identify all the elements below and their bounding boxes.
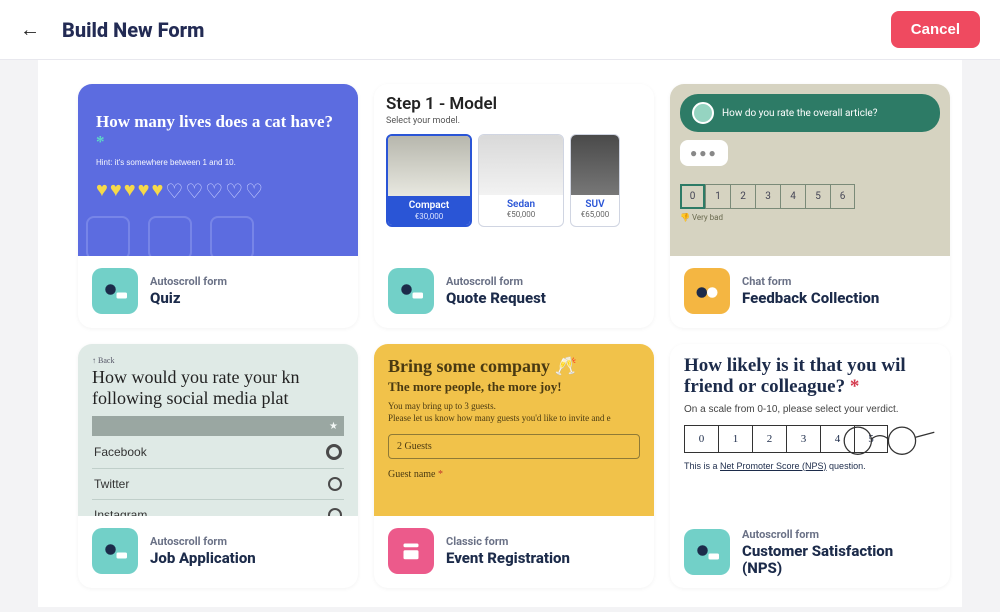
model-option-sedan: Sedan €50,000 xyxy=(478,134,564,227)
required-asterisk: * xyxy=(438,469,443,480)
scale-cell: 0 xyxy=(680,184,705,209)
template-card-customer-satisfaction-nps[interactable]: How likely is it that you wilfriend or c… xyxy=(670,344,950,588)
platform-row: Facebook xyxy=(92,436,344,469)
back-arrow-icon[interactable]: ← xyxy=(20,17,40,42)
step-title: Step 1 - Model xyxy=(386,94,642,114)
radio-icon xyxy=(326,444,342,460)
template-name: Customer Satisfaction (NPS) xyxy=(742,543,936,576)
preview-event: Bring some company 🥂 The more people, th… xyxy=(374,344,654,516)
template-grid: How many lives does a cat have? * Hint: … xyxy=(38,60,962,612)
template-name: Quote Request xyxy=(446,290,546,307)
heart-icon: ♥ xyxy=(110,179,122,204)
preview-back-link: ↑ Back xyxy=(92,356,344,365)
event-sub2: You may bring up to 3 guests.Please let … xyxy=(388,401,640,424)
preview-nps: How likely is it that you wilfriend or c… xyxy=(670,344,950,516)
scale-cell: 1 xyxy=(718,425,752,453)
cancel-button[interactable]: Cancel xyxy=(891,11,980,48)
scale-cell: 3 xyxy=(755,184,780,209)
heart-icon: ♥ xyxy=(138,179,150,204)
preview-feedback: How do you rate the overall article? ●●●… xyxy=(670,84,950,256)
template-card-job-application[interactable]: ↑ Back How would you rate your knfollowi… xyxy=(78,344,358,588)
template-type: Autoscroll form xyxy=(150,535,256,548)
model-list: Compact €30,000 Sedan €50,000 SUV €65,00… xyxy=(386,134,642,227)
heart-outline-icon: ♡ xyxy=(185,179,203,204)
template-name: Quiz xyxy=(150,290,227,307)
nps-question: How likely is it that you wilfriend or c… xyxy=(684,356,936,398)
autoscroll-thumb-icon xyxy=(684,529,730,575)
job-question: How would you rate your knfollowing soci… xyxy=(92,367,344,408)
top-bar: ← Build New Form Cancel xyxy=(0,0,1000,60)
heart-icon: ♥ xyxy=(96,179,108,204)
preview-quote: Step 1 - Model Select your model. Compac… xyxy=(374,84,654,256)
radio-icon xyxy=(328,508,342,516)
step-subtitle: Select your model. xyxy=(386,116,642,126)
nps-sub: On a scale from 0-10, please select your… xyxy=(684,404,936,415)
scale-cell: 6 xyxy=(830,184,855,209)
scale-label-low: 👎 Very bad xyxy=(680,213,940,222)
classic-thumb-icon xyxy=(388,528,434,574)
quiz-hint: Hint: it's somewhere between 1 and 10. xyxy=(96,158,340,167)
template-card-feedback-collection[interactable]: How do you rate the overall article? ●●●… xyxy=(670,84,950,328)
heart-icon: ♥ xyxy=(152,179,164,204)
guest-name-label: Guest name * xyxy=(388,469,640,480)
template-type: Autoscroll form xyxy=(150,275,227,288)
nps-note: This is a Net Promoter Score (NPS) quest… xyxy=(684,461,936,471)
scale-cell: 5 xyxy=(805,184,830,209)
preview-quiz: How many lives does a cat have? * Hint: … xyxy=(78,84,358,256)
template-card-quiz[interactable]: How many lives does a cat have? * Hint: … xyxy=(78,84,358,328)
required-asterisk: * xyxy=(850,376,860,397)
event-heading: Bring some company 🥂 xyxy=(388,356,640,377)
required-asterisk: * xyxy=(96,132,105,151)
scale-cell: 3 xyxy=(786,425,820,453)
heart-outline-icon: ♡ xyxy=(205,179,223,204)
platform-row: Twitter xyxy=(92,469,344,500)
scale-cell: 2 xyxy=(752,425,786,453)
heart-outline-icon: ♡ xyxy=(245,179,263,204)
heart-outline-icon: ♡ xyxy=(165,179,183,204)
template-type: Chat form xyxy=(742,275,879,288)
glasses-illustration-icon xyxy=(830,422,940,456)
template-card-event-registration[interactable]: Bring some company 🥂 The more people, th… xyxy=(374,344,654,588)
scale-cell: 1 xyxy=(705,184,730,209)
template-canvas: How many lives does a cat have? * Hint: … xyxy=(38,60,962,607)
bubble-text: How do you rate the overall article? xyxy=(722,108,877,119)
heart-icon: ♥ xyxy=(124,179,136,204)
rating-scale: 0 1 2 3 4 5 6 xyxy=(680,184,940,209)
autoscroll-thumb-icon xyxy=(92,268,138,314)
page-title: Build New Form xyxy=(62,18,204,42)
quiz-question: How many lives does a cat have? xyxy=(96,112,333,131)
scale-cell: 4 xyxy=(780,184,805,209)
template-name: Job Application xyxy=(150,550,256,567)
template-type: Autoscroll form xyxy=(446,275,546,288)
model-option-suv: SUV €65,000 xyxy=(570,134,620,227)
scale-cell: 0 xyxy=(684,425,718,453)
event-sub1: The more people, the more joy! xyxy=(388,379,640,395)
rating-header: ★ xyxy=(92,416,344,436)
template-type: Classic form xyxy=(446,535,570,548)
platform-row: Instagram xyxy=(92,500,344,516)
template-type: Autoscroll form xyxy=(742,528,936,541)
autoscroll-thumb-icon xyxy=(92,528,138,574)
model-option-compact: Compact €30,000 xyxy=(386,134,472,227)
avatar-icon xyxy=(692,102,714,124)
radio-icon xyxy=(328,477,342,491)
guest-select: 2 Guests xyxy=(388,434,640,459)
autoscroll-thumb-icon xyxy=(388,268,434,314)
heart-rating: ♥ ♥ ♥ ♥ ♥ ♡ ♡ ♡ ♡ ♡ xyxy=(96,179,340,204)
preview-job: ↑ Back How would you rate your knfollowi… xyxy=(78,344,358,516)
scale-cell: 2 xyxy=(730,184,755,209)
template-name: Feedback Collection xyxy=(742,290,879,307)
heart-outline-icon: ♡ xyxy=(225,179,243,204)
chat-thumb-icon xyxy=(684,268,730,314)
template-card-quote-request[interactable]: Step 1 - Model Select your model. Compac… xyxy=(374,84,654,328)
template-name: Event Registration xyxy=(446,550,570,567)
typing-indicator-icon: ●●● xyxy=(680,140,728,166)
chat-bubble: How do you rate the overall article? xyxy=(680,94,940,132)
